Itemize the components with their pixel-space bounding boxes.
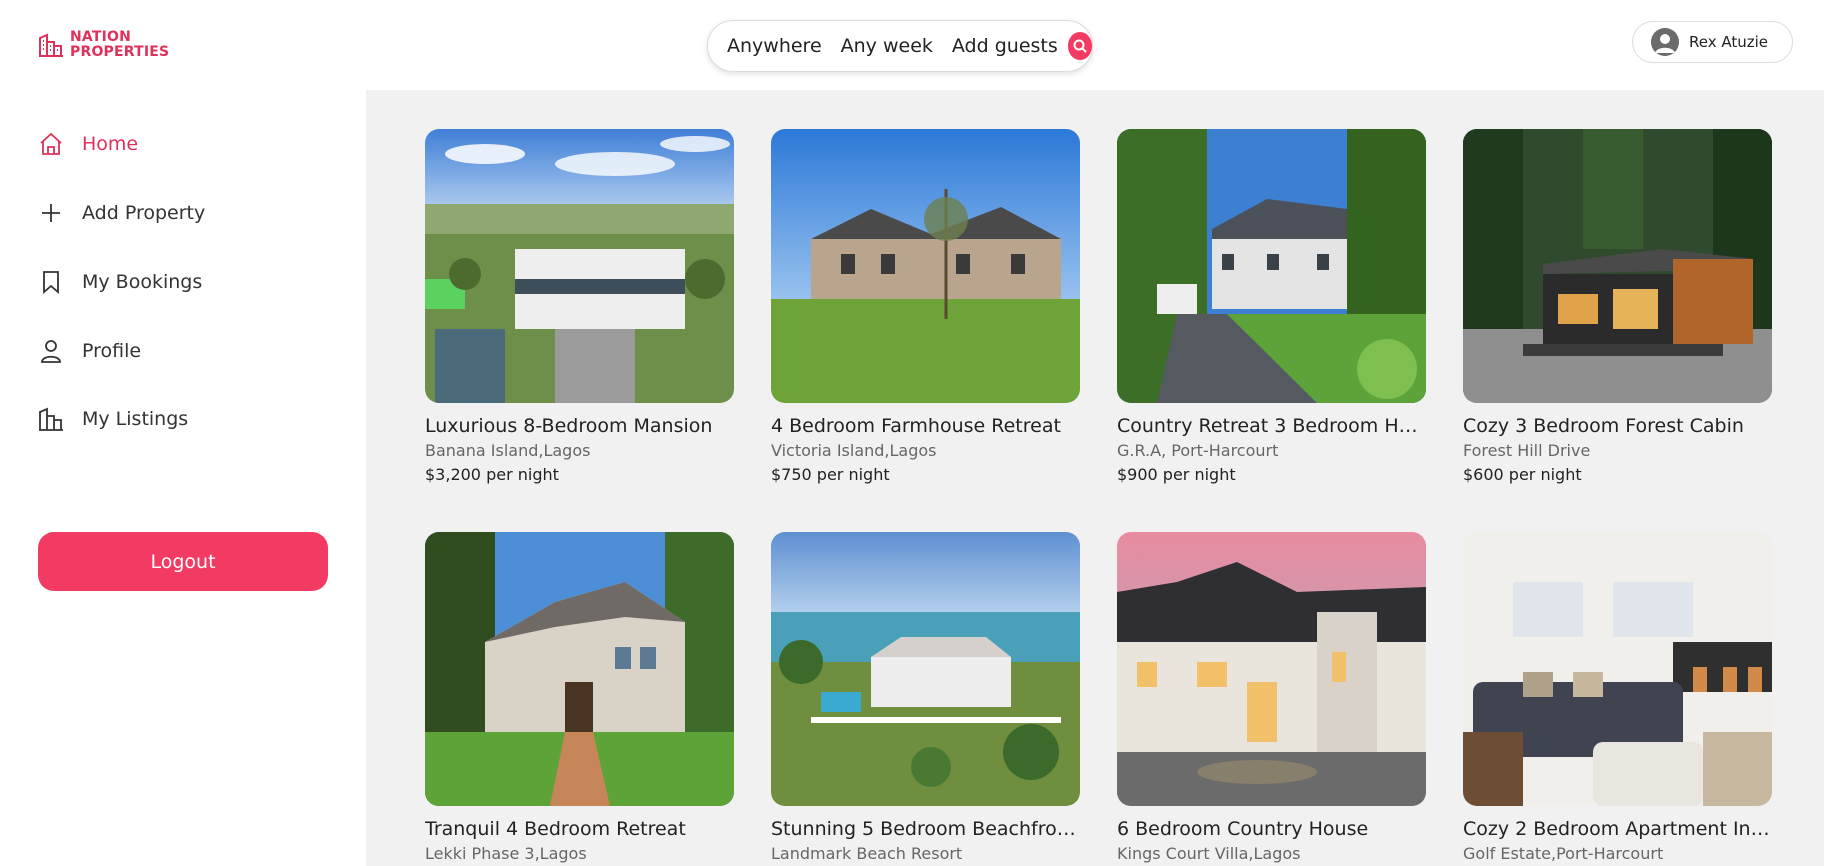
listing-photo[interactable] xyxy=(1463,129,1772,403)
search-when[interactable]: Any week xyxy=(841,35,933,57)
listing-location: Landmark Beach Resort xyxy=(771,844,963,863)
brand-line1: NATION xyxy=(70,29,132,45)
logout-button[interactable]: Logout xyxy=(38,532,328,591)
listing-title: Stunning 5 Bedroom Beachfront Villa xyxy=(771,818,1080,840)
brand-logo[interactable]: NATION PROPERTIES xyxy=(38,30,169,60)
listings-grid: Luxurious 8-Bedroom Mansion Banana Islan… xyxy=(366,90,1824,866)
listing-title: Country Retreat 3 Bedroom House xyxy=(1117,415,1426,437)
home-icon xyxy=(40,132,62,155)
search-button[interactable] xyxy=(1067,32,1092,60)
listing-card[interactable]: Country Retreat 3 Bedroom House G.R.A, P… xyxy=(1117,129,1426,484)
user-avatar-icon xyxy=(1651,28,1679,56)
buildings-icon xyxy=(39,407,63,431)
sidebar-item-label: My Bookings xyxy=(82,271,203,293)
listing-location: Golf Estate,Port-Harcourt xyxy=(1463,844,1664,863)
search-icon xyxy=(1073,39,1087,53)
listing-photo[interactable] xyxy=(1117,532,1426,806)
listing-title: Luxurious 8-Bedroom Mansion xyxy=(425,415,713,437)
listing-photo[interactable] xyxy=(771,129,1080,403)
listing-location: G.R.A, Port-Harcourt xyxy=(1117,441,1279,460)
listing-card[interactable]: 4 Bedroom Farmhouse Retreat Victoria Isl… xyxy=(771,129,1080,484)
top-header: NATION PROPERTIES Anywhere Any week Add … xyxy=(0,0,1824,90)
listing-price: $750 per night xyxy=(771,465,890,484)
listing-card[interactable]: 6 Bedroom Country House Kings Court Vill… xyxy=(1117,532,1426,863)
listing-photo[interactable] xyxy=(425,129,734,403)
sidebar-item-my-bookings[interactable]: My Bookings xyxy=(38,267,202,297)
listing-location: Kings Court Villa,Lagos xyxy=(1117,844,1301,863)
bookmark-icon xyxy=(43,271,59,294)
listing-title: Cozy 3 Bedroom Forest Cabin xyxy=(1463,415,1744,437)
sidebar: Home Add Property My Bookings Profile My… xyxy=(0,90,366,866)
listing-photo[interactable] xyxy=(1463,532,1772,806)
listing-location: Victoria Island,Lagos xyxy=(771,441,937,460)
brand-line2: PROPERTIES xyxy=(70,44,170,60)
user-name: Rex Atuzie xyxy=(1689,33,1769,51)
search-bar[interactable]: Anywhere Any week Add guests xyxy=(707,20,1093,72)
listing-title: Cozy 2 Bedroom Apartment In Town xyxy=(1463,818,1772,840)
listing-photo[interactable] xyxy=(425,532,734,806)
building-logo-icon xyxy=(39,33,63,57)
sidebar-item-add-property[interactable]: Add Property xyxy=(38,198,205,228)
person-icon xyxy=(41,340,61,363)
listing-price: $900 per night xyxy=(1117,465,1236,484)
sidebar-item-home[interactable]: Home xyxy=(38,129,138,159)
listing-location: Forest Hill Drive xyxy=(1463,441,1591,460)
listing-title: 6 Bedroom Country House xyxy=(1117,818,1369,840)
sidebar-item-my-listings[interactable]: My Listings xyxy=(38,404,188,434)
listing-photo[interactable] xyxy=(1117,129,1426,403)
listing-title: 4 Bedroom Farmhouse Retreat xyxy=(771,415,1061,437)
brand-name: NATION PROPERTIES xyxy=(70,30,169,60)
search-guests[interactable]: Add guests xyxy=(952,35,1058,57)
listing-location: Lekki Phase 3,Lagos xyxy=(425,844,587,863)
listing-card[interactable]: Cozy 3 Bedroom Forest Cabin Forest Hill … xyxy=(1463,129,1772,484)
listing-card[interactable]: Tranquil 4 Bedroom Retreat Lekki Phase 3… xyxy=(425,532,734,863)
listing-card[interactable]: Luxurious 8-Bedroom Mansion Banana Islan… xyxy=(425,129,734,484)
sidebar-item-label: Profile xyxy=(82,340,142,362)
sidebar-item-label: My Listings xyxy=(82,408,189,430)
sidebar-item-label: Home xyxy=(82,133,139,155)
listing-price: $3,200 per night xyxy=(425,465,559,484)
search-where[interactable]: Anywhere xyxy=(727,35,822,57)
listing-photo[interactable] xyxy=(771,532,1080,806)
plus-icon xyxy=(42,204,60,222)
listing-card[interactable]: Cozy 2 Bedroom Apartment In Town Golf Es… xyxy=(1463,532,1772,863)
listing-price: $600 per night xyxy=(1463,465,1582,484)
sidebar-item-profile[interactable]: Profile xyxy=(38,336,141,366)
listing-location: Banana Island,Lagos xyxy=(425,441,591,460)
sidebar-item-label: Add Property xyxy=(82,202,206,224)
listing-title: Tranquil 4 Bedroom Retreat xyxy=(425,818,686,840)
user-menu[interactable]: Rex Atuzie xyxy=(1632,21,1793,63)
listing-card[interactable]: Stunning 5 Bedroom Beachfront Villa Land… xyxy=(771,532,1080,863)
